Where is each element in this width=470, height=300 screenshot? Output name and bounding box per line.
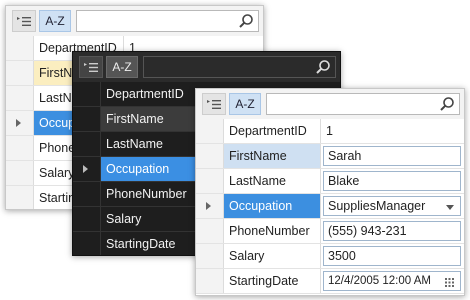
search-input[interactable] — [76, 10, 259, 32]
property-row[interactable]: Salary 3500 — [196, 244, 464, 269]
property-grid-toolbar: A-Z — [196, 89, 464, 119]
property-grid-toolbar: A-Z — [6, 6, 263, 36]
firstname-editor[interactable]: Sarah — [323, 146, 461, 166]
sort-label: A-Z — [45, 14, 65, 28]
property-row[interactable]: LastName Blake — [196, 169, 464, 194]
search-icon — [316, 60, 330, 74]
property-row[interactable]: PhoneNumber (555) 943-231 — [196, 219, 464, 244]
property-name: DepartmentID — [224, 119, 321, 143]
search-icon — [440, 97, 454, 111]
phone-editor[interactable]: (555) 943-231 — [323, 221, 461, 241]
property-value[interactable]: 3500 — [321, 244, 464, 268]
property-name: PhoneNumber — [224, 219, 321, 243]
selected-row-arrow-icon — [16, 119, 21, 127]
property-name: StartingDate — [224, 269, 321, 293]
editor-text: 3500 — [328, 249, 356, 263]
alphabetical-sort-button[interactable]: A-Z — [106, 56, 138, 78]
property-name: LastName — [224, 169, 321, 193]
property-value[interactable]: 1 — [321, 119, 464, 143]
property-grid-front: A-Z DepartmentID 1 FirstName Sarah LastN… — [195, 88, 465, 296]
categorized-button[interactable] — [79, 56, 103, 78]
property-name: PhoneNumber — [106, 187, 187, 201]
property-row[interactable]: Occupation SuppliesManager — [196, 194, 464, 219]
categorized-button[interactable] — [202, 93, 226, 115]
categorized-list-icon — [84, 62, 98, 72]
alphabetical-sort-button[interactable]: A-Z — [229, 93, 261, 115]
property-name: StartingDate — [106, 237, 176, 251]
property-value[interactable]: 12/4/2005 12:00 AM — [321, 269, 464, 293]
categorized-button[interactable] — [12, 10, 36, 32]
calendar-grid-icon[interactable] — [445, 278, 454, 287]
startingdate-picker[interactable]: 12/4/2005 12:00 AM — [323, 271, 461, 291]
selected-row-arrow-icon — [83, 165, 88, 173]
property-grid-toolbar: A-Z — [73, 52, 340, 82]
sort-label: A-Z — [112, 60, 132, 74]
categorized-list-icon — [207, 99, 221, 109]
lastname-editor[interactable]: Blake — [323, 171, 461, 191]
property-row[interactable]: FirstName Sarah — [196, 144, 464, 169]
property-name: Salary — [224, 244, 321, 268]
editor-text: 12/4/2005 12:00 AM — [328, 275, 431, 287]
editor-text: (555) 943-231 — [328, 224, 407, 238]
salary-editor[interactable]: 3500 — [323, 246, 461, 266]
alphabetical-sort-button[interactable]: A-Z — [39, 10, 71, 32]
chevron-down-icon[interactable] — [446, 205, 454, 210]
property-name: FirstName — [224, 144, 321, 168]
search-input[interactable] — [266, 93, 460, 115]
property-value[interactable]: Blake — [321, 169, 464, 193]
property-row[interactable]: DepartmentID 1 — [196, 119, 464, 144]
occupation-combobox[interactable]: SuppliesManager — [323, 196, 461, 216]
property-row[interactable]: StartingDate 12/4/2005 12:00 AM — [196, 269, 464, 294]
property-name: FirstName — [106, 112, 164, 126]
property-name: DepartmentID — [106, 87, 184, 101]
editor-text: Sarah — [328, 149, 362, 163]
property-name: Salary — [106, 212, 142, 226]
combobox-text: SuppliesManager — [328, 199, 426, 213]
property-value[interactable]: SuppliesManager — [321, 194, 464, 218]
property-value[interactable]: Sarah — [321, 144, 464, 168]
property-list: DepartmentID 1 FirstName Sarah LastName … — [196, 119, 464, 295]
property-name: Occupation — [101, 157, 201, 181]
search-icon — [239, 14, 253, 28]
property-name: LastName — [106, 137, 163, 151]
categorized-list-icon — [17, 16, 31, 26]
sort-label: A-Z — [235, 97, 255, 111]
editor-text: Blake — [328, 174, 360, 188]
property-name: Occupation — [224, 194, 321, 218]
selected-row-arrow-icon — [206, 202, 211, 210]
property-value[interactable]: (555) 943-231 — [321, 219, 464, 243]
search-input[interactable] — [143, 56, 336, 78]
